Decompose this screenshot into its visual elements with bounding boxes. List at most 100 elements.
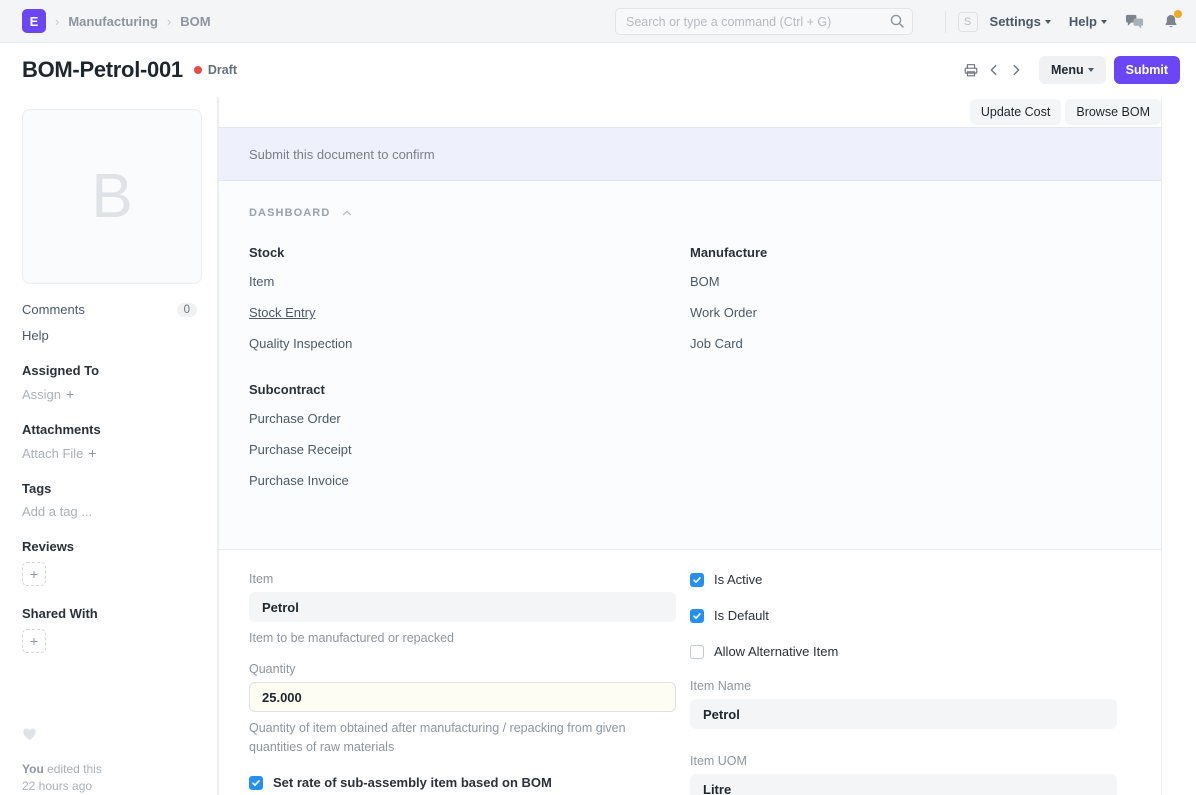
dashboard-link-purchase-receipt[interactable]: Purchase Receipt: [249, 442, 352, 457]
assigned-to-heading: Assigned To: [22, 363, 197, 378]
help-label: Help: [1069, 14, 1097, 29]
status-dot-icon: [194, 66, 202, 74]
checkbox-label: Set rate of sub-assembly item based on B…: [273, 775, 552, 790]
comments-count: 0: [177, 303, 197, 317]
edit-footer-text: edited this: [47, 762, 102, 776]
bell-icon[interactable]: [1162, 13, 1180, 31]
add-tag-label: Add a tag ...: [22, 504, 92, 519]
breadcrumb-bom[interactable]: BOM: [180, 14, 210, 29]
browse-bom-button[interactable]: Browse BOM: [1065, 99, 1161, 125]
quantity-input[interactable]: 25.000: [249, 682, 676, 712]
dashboard-link-work-order[interactable]: Work Order: [690, 305, 757, 320]
dashboard-link-item[interactable]: Item: [249, 274, 274, 289]
dashboard-section-header[interactable]: Dashboard: [249, 207, 1131, 219]
item-name-label: Item Name: [690, 679, 1131, 693]
search-icon[interactable]: [889, 13, 905, 29]
help-menu[interactable]: Help: [1069, 14, 1107, 29]
dashboard-link-purchase-invoice[interactable]: Purchase Invoice: [249, 473, 349, 488]
add-shared-user-button[interactable]: +: [22, 629, 46, 653]
alert-message: Submit this document to confirm: [249, 147, 435, 162]
edit-footer-time: 22 hours ago: [22, 778, 102, 795]
dashboard-columns: Stock Item Stock Entry Quality Inspectio…: [249, 245, 1131, 519]
update-cost-button[interactable]: Update Cost: [970, 99, 1061, 125]
dashboard-group-manufacture: Manufacture BOM Work Order Job Card: [690, 245, 1131, 366]
attachments-heading: Attachments: [22, 422, 197, 437]
submit-button[interactable]: Submit: [1114, 56, 1180, 84]
dashboard-link-stock-entry[interactable]: Stock Entry: [249, 305, 315, 320]
checkbox-icon[interactable]: [249, 776, 263, 790]
dashboard-link-job-card[interactable]: Job Card: [690, 336, 743, 351]
tags-heading: Tags: [22, 481, 197, 496]
chevron-down-icon: [1045, 20, 1051, 24]
breadcrumb-manufacturing[interactable]: Manufacturing: [68, 14, 158, 29]
sidebar: B Comments 0 Help Assigned To Assign + A…: [0, 97, 218, 795]
search-input[interactable]: [615, 8, 913, 35]
reviews-heading: Reviews: [22, 539, 197, 554]
item-uom-label: Item UOM: [690, 754, 1131, 768]
page-title: BOM-Petrol-001: [22, 57, 183, 83]
chat-icon[interactable]: [1125, 12, 1144, 31]
checkbox-is-active[interactable]: Is Active: [690, 572, 1131, 587]
item-name-input[interactable]: Petrol: [690, 699, 1117, 729]
app-logo[interactable]: E: [22, 9, 46, 33]
navbar-divider: [945, 11, 946, 33]
next-document-button[interactable]: [1005, 59, 1027, 81]
dashboard-group-stock: Stock Item Stock Entry Quality Inspectio…: [249, 245, 690, 366]
print-icon[interactable]: [959, 58, 983, 82]
edit-footer-line1: You edited this: [22, 761, 102, 778]
add-tag-button[interactable]: Add a tag ...: [22, 504, 197, 519]
dashboard-link-bom[interactable]: BOM: [690, 274, 720, 289]
item-label: Item: [249, 572, 690, 586]
add-review-button[interactable]: +: [22, 562, 46, 586]
sidebar-item-help[interactable]: Help: [22, 328, 197, 343]
navbar: E › Manufacturing › BOM S Settings Help: [0, 0, 1196, 43]
main-content: Update Cost Browse BOM Submit this docum…: [218, 97, 1196, 795]
plus-icon: +: [88, 445, 96, 461]
checkbox-icon[interactable]: [690, 645, 704, 659]
dashboard-link-purchase-order[interactable]: Purchase Order: [249, 411, 341, 426]
sidebar-item-comments[interactable]: Comments 0: [22, 302, 197, 317]
checkbox-is-default[interactable]: Is Default: [690, 608, 1131, 623]
checkbox-set-rate-sub-assembly[interactable]: Set rate of sub-assembly item based on B…: [249, 775, 690, 790]
prev-document-button[interactable]: [983, 59, 1005, 81]
checkbox-label: Allow Alternative Item: [714, 644, 838, 659]
quantity-label: Quantity: [249, 662, 690, 676]
checkbox-label: Is Default: [714, 608, 769, 623]
checkbox-allow-alternative-item[interactable]: Allow Alternative Item: [690, 644, 1131, 659]
heart-icon[interactable]: [22, 727, 37, 747]
search-container: [615, 8, 913, 35]
item-input[interactable]: Petrol: [249, 592, 676, 622]
status-badge: Draft: [194, 63, 237, 77]
notification-badge: [1174, 10, 1182, 18]
titlebar: BOM-Petrol-001 Draft Menu Submit: [0, 43, 1196, 97]
plus-icon: +: [66, 386, 74, 402]
chevron-up-icon[interactable]: [341, 207, 353, 219]
breadcrumb-separator-1: ›: [55, 14, 59, 29]
checkbox-icon[interactable]: [690, 573, 704, 587]
user-avatar[interactable]: S: [958, 12, 978, 32]
navbar-right: S Settings Help: [945, 0, 1180, 43]
document-avatar[interactable]: B: [22, 109, 202, 284]
breadcrumb-separator-2: ›: [167, 14, 171, 29]
dashboard-section: Dashboard Stock Item Stock Entry Quality…: [219, 181, 1161, 550]
help-label: Help: [22, 328, 49, 343]
field-item-name: Item Name Petrol: [690, 679, 1131, 729]
checkbox-icon[interactable]: [690, 609, 704, 623]
menu-button[interactable]: Menu: [1039, 56, 1106, 84]
quantity-description: Quantity of item obtained after manufact…: [249, 719, 649, 757]
group-title: Subcontract: [249, 382, 690, 397]
form-column-right: Is Active Is Default Allow Alternative I…: [690, 572, 1131, 795]
attach-file-label: Attach File: [22, 446, 83, 461]
form-toolbar: Update Cost Browse BOM: [219, 97, 1161, 127]
chevron-down-icon: [1101, 20, 1107, 24]
item-uom-input[interactable]: Litre: [690, 774, 1117, 795]
attach-file-button[interactable]: Attach File +: [22, 445, 197, 461]
dashboard-link-quality-inspection[interactable]: Quality Inspection: [249, 336, 352, 351]
assign-button[interactable]: Assign +: [22, 386, 197, 402]
field-item-uom: Item UOM Litre: [690, 754, 1131, 795]
document-alert: Submit this document to confirm: [219, 127, 1161, 181]
settings-menu[interactable]: Settings: [990, 14, 1051, 29]
group-title: Manufacture: [690, 245, 1131, 260]
dashboard-group-subcontract: Subcontract Purchase Order Purchase Rece…: [249, 382, 690, 503]
field-item: Item Petrol Item to be manufactured or r…: [249, 572, 690, 648]
